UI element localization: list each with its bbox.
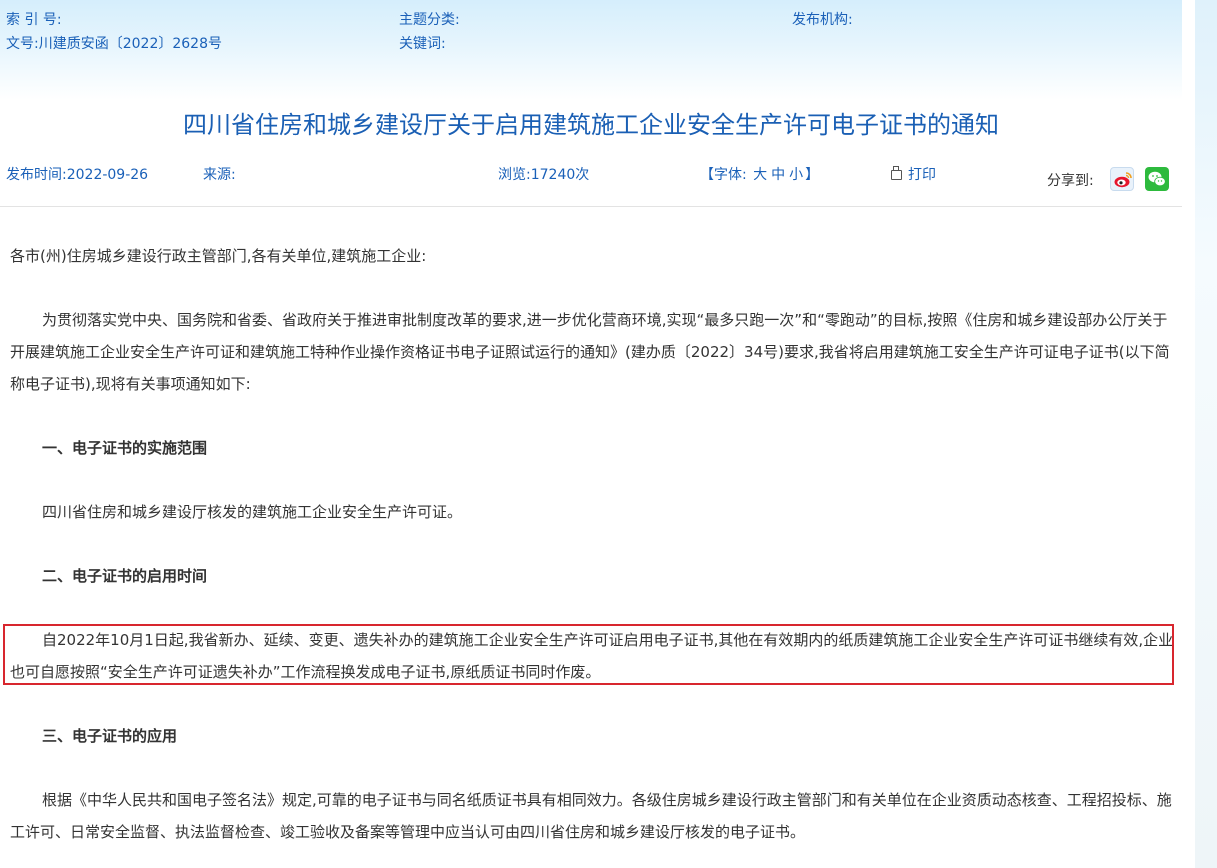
salutation: 各市(州)住房城乡建设行政主管部门,各有关单位,建筑施工企业: [10, 240, 1175, 272]
section-1-heading-text: 一、电子证书的实施范围 [42, 439, 208, 457]
article-page: 索 引 号: 主题分类: 发布机构: 文号:川建质安函〔2022〕2628号 关… [0, 0, 1182, 868]
font-small-button[interactable]: 小 [787, 167, 805, 183]
document-number-value: 川建质安函〔2022〕2628号 [38, 36, 222, 52]
wechat-share-button[interactable] [1145, 167, 1169, 191]
wechat-icon [1148, 171, 1166, 187]
source: 来源: [203, 167, 236, 183]
print-button[interactable]: 打印 [891, 166, 936, 184]
view-count: 浏览:17240次 [498, 167, 590, 183]
section-1-paragraph: 四川省住房和城乡建设厅核发的建筑施工企业安全生产许可证。 [10, 496, 1175, 528]
document-number-label: 文号: [6, 36, 39, 52]
font-size-control: 【字体: 大中小】 [700, 166, 819, 184]
printer-icon [891, 166, 902, 180]
weibo-share-button[interactable] [1110, 167, 1134, 191]
keywords: 关键词: [399, 35, 446, 53]
font-size-suffix: 】 [805, 167, 820, 183]
topic-category: 主题分类: [399, 11, 460, 29]
section-3-paragraph: 根据《中华人民共和国电子签名法》规定,可靠的电子证书与同名纸质证书具有相同效力。… [10, 784, 1175, 848]
section-2-heading: 二、电子证书的启用时间 [10, 560, 1175, 592]
font-size-prefix: 【字体: [700, 167, 747, 183]
topic-category-label: 主题分类: [399, 12, 460, 28]
weibo-icon [1114, 172, 1132, 188]
section-3-heading: 三、电子证书的应用 [10, 720, 1175, 752]
section-1-text: 四川省住房和城乡建设厅核发的建筑施工企业安全生产许可证。 [42, 503, 463, 521]
keywords-label: 关键词: [399, 36, 446, 52]
article-title: 四川省住房和城乡建设厅关于启用建筑施工企业安全生产许可电子证书的通知 [183, 111, 999, 139]
print-label: 打印 [908, 167, 936, 183]
header-divider [0, 206, 1182, 207]
section-1-heading: 一、电子证书的实施范围 [10, 432, 1175, 464]
document-number: 文号:川建质安函〔2022〕2628号 [6, 35, 222, 53]
section-3-heading-text: 三、电子证书的应用 [42, 727, 178, 745]
highlight-box [3, 624, 1174, 685]
font-large-button[interactable]: 大 [751, 167, 769, 183]
intro-text: 为贯彻落实党中央、国务院和省委、省政府关于推进审批制度改革的要求,进一步优化营商… [10, 311, 1170, 393]
salutation-text: 各市(州)住房城乡建设行政主管部门,各有关单位,建筑施工企业: [10, 247, 427, 265]
share-label: 分享到: [1047, 173, 1094, 189]
publish-time: 发布时间:2022-09-26 [6, 167, 149, 183]
index-number: 索 引 号: [6, 11, 62, 29]
section-3-text: 根据《中华人民共和国电子签名法》规定,可靠的电子证书与同名纸质证书具有相同效力。… [10, 791, 1172, 841]
intro-paragraph: 为贯彻落实党中央、国务院和省委、省政府关于推进审批制度改革的要求,进一步优化营商… [10, 304, 1175, 400]
font-medium-button[interactable]: 中 [769, 167, 787, 183]
section-2-heading-text: 二、电子证书的启用时间 [42, 567, 208, 585]
issuing-agency-label: 发布机构: [792, 12, 853, 28]
issuing-agency: 发布机构: [792, 11, 853, 29]
page-side-background [1195, 0, 1217, 868]
index-number-label: 索 引 号: [6, 12, 62, 28]
